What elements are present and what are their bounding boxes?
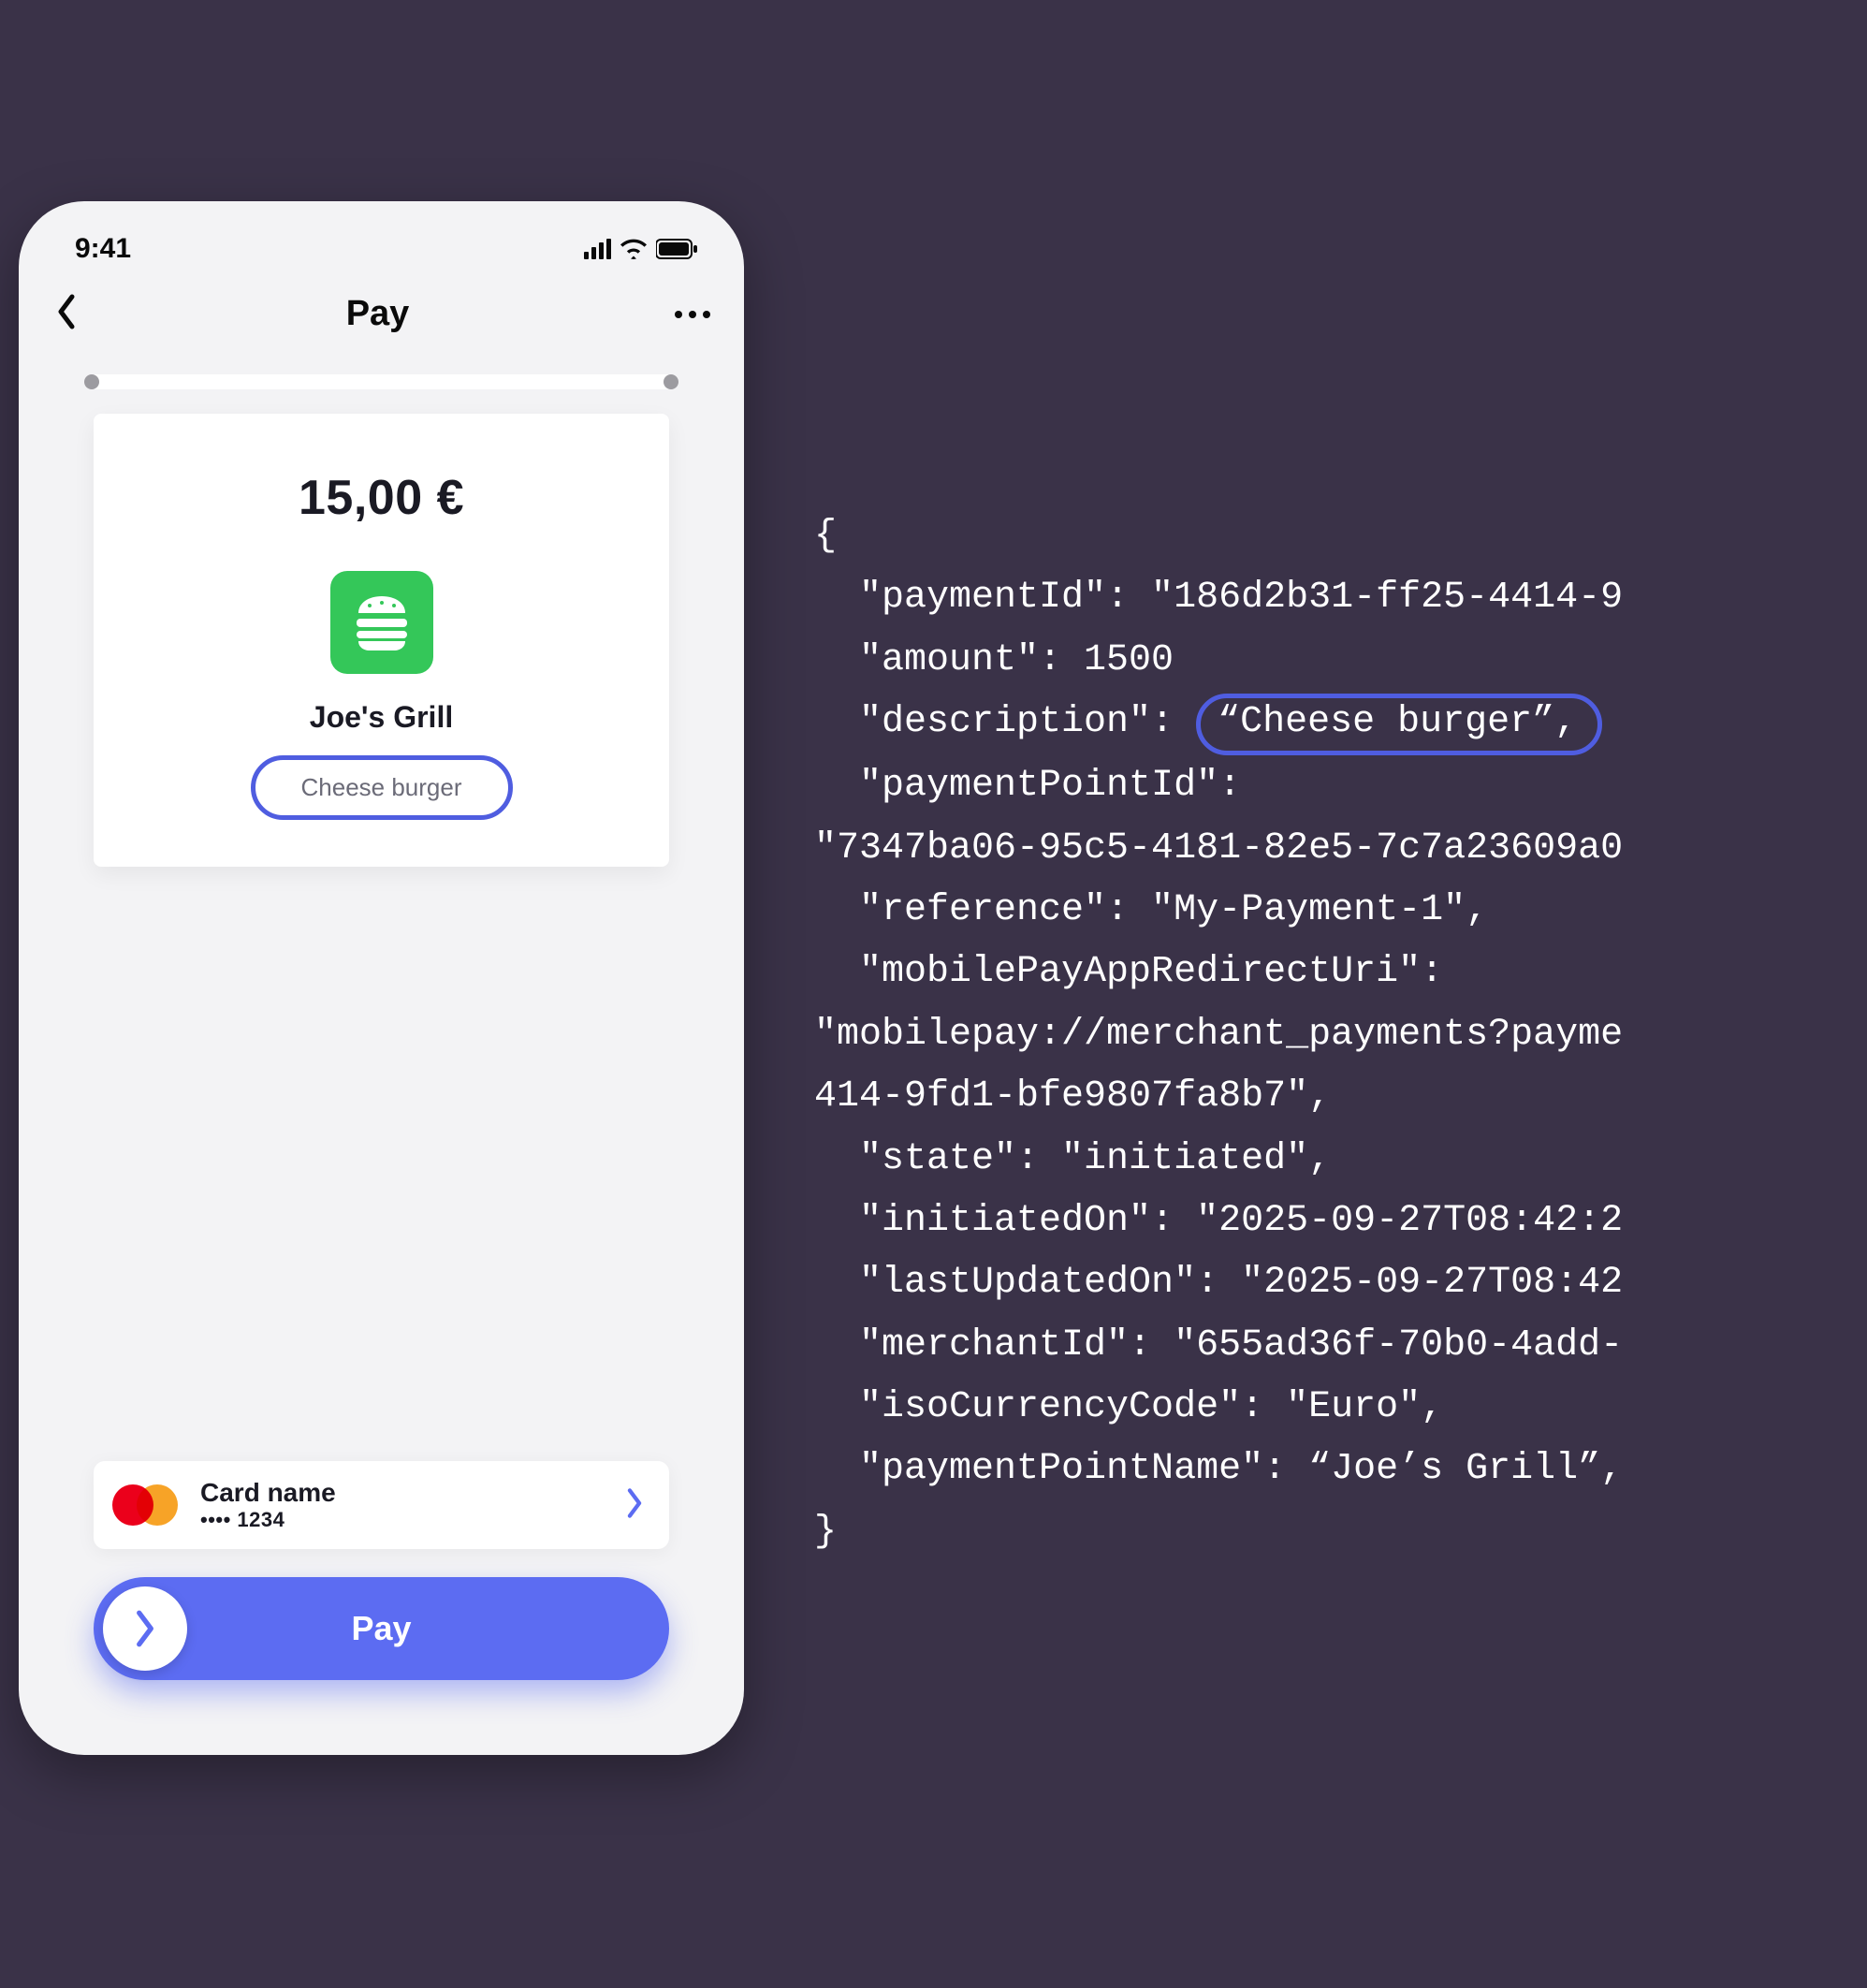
code-line: "state": "initiated", [814, 1138, 1331, 1180]
code-line: "reference": "My-Payment-1", [814, 889, 1488, 931]
nav-title: Pay [346, 294, 410, 334]
code-line: "merchantId": "655ad36f-70b0-4add- [814, 1324, 1623, 1367]
code-line: "initiatedOn": "2025-09-27T08:42:2 [814, 1200, 1623, 1242]
code-line: "7347ba06-95c5-4181-82e5-7c7a23609a0 [814, 827, 1623, 870]
code-line: "paymentPointId": [814, 765, 1241, 807]
cellular-icon [584, 239, 611, 259]
mastercard-icon [112, 1484, 178, 1526]
code-line: "paymentPointName": “Joe’s Grill”, [814, 1448, 1623, 1490]
code-line: "mobilepay://merchant_payments?payme [814, 1014, 1623, 1056]
wifi-icon [620, 239, 647, 259]
api-response-json: { "paymentId": "186d2b31-ff25-4414-9 "am… [814, 505, 1867, 1563]
description-highlight: “Cheese burger”, [1196, 694, 1602, 755]
code-line: } [814, 1511, 837, 1553]
code-line: "amount": 1500 [814, 639, 1174, 681]
battery-icon [656, 239, 697, 259]
code-line: "isoCurrencyCode": "Euro", [814, 1386, 1443, 1428]
more-button[interactable] [675, 311, 710, 318]
phone-mockup: 9:41 Pay 15,0 [19, 201, 744, 1755]
nav-bar: Pay [19, 276, 744, 356]
chevron-right-icon [129, 1609, 161, 1648]
description-pill: Cheese burger [251, 755, 513, 820]
pay-slider-label: Pay [351, 1609, 411, 1648]
card-name-label: Card name [200, 1478, 624, 1508]
code-line: "mobilePayAppRedirectUri": [814, 951, 1443, 993]
status-bar: 9:41 [19, 201, 744, 276]
card-masked-number: •••• 1234 [200, 1508, 624, 1532]
scroll-indicator [84, 374, 678, 389]
pay-slider-knob[interactable] [103, 1586, 187, 1671]
amount-label: 15,00 € [131, 470, 632, 526]
code-line: { [814, 515, 837, 557]
code-line: "description": [814, 701, 1196, 743]
code-line: 414-9fd1-bfe9807fa8b7", [814, 1075, 1331, 1118]
status-time: 9:41 [75, 233, 131, 265]
payment-card-row[interactable]: Card name •••• 1234 [94, 1461, 669, 1549]
chevron-right-icon [624, 1487, 645, 1524]
merchant-name: Joe's Grill [131, 700, 632, 735]
code-line: "lastUpdatedOn": "2025-09-27T08:42 [814, 1262, 1623, 1304]
merchant-logo [330, 571, 433, 674]
receipt-card: 15,00 € Joe's Grill Cheese burger [94, 414, 669, 867]
pay-slider[interactable]: Pay [94, 1577, 669, 1680]
burger-icon [349, 594, 415, 650]
code-line: "paymentId": "186d2b31-ff25-4414-9 [814, 577, 1623, 619]
back-button[interactable] [52, 293, 80, 335]
